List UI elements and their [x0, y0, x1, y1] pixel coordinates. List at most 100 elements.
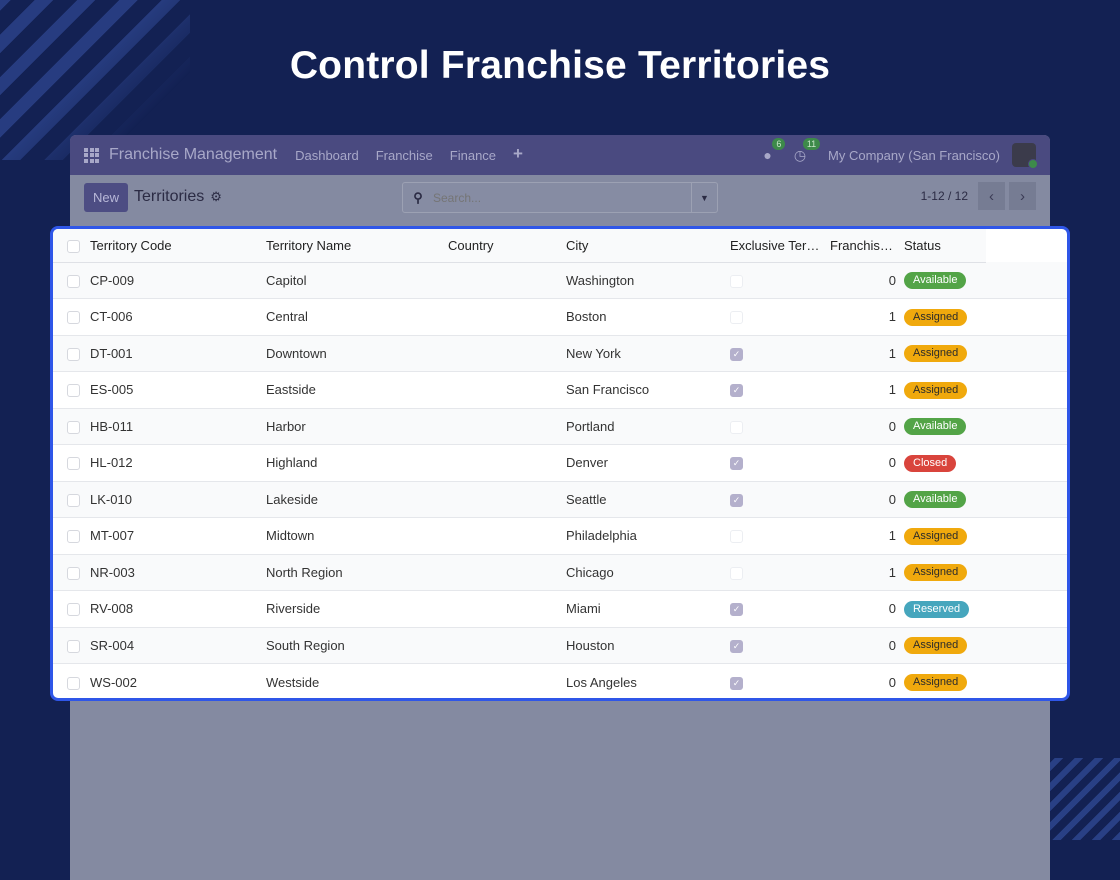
territory-name: Downtown — [266, 345, 327, 361]
new-button[interactable]: New — [84, 182, 129, 212]
territory-table: Territory Code Territory Name Country Ci… — [53, 229, 1067, 699]
territory-city: Miami — [566, 601, 601, 617]
territory-city: Boston — [566, 309, 607, 325]
franchise-count: 1 — [888, 528, 896, 544]
activities-clock-icon[interactable]: ◷ 11 — [794, 137, 821, 164]
row-select-checkbox[interactable] — [67, 384, 80, 398]
select-all-checkbox[interactable] — [67, 240, 80, 254]
column-header-exclusive-territory[interactable]: Exclusive Ter… — [730, 229, 830, 263]
territory-code: ES-005 — [90, 382, 134, 398]
row-select-checkbox[interactable] — [67, 311, 80, 325]
table-row[interactable]: ES-005 Eastside San Francisco ✓ 1 Assigned — [53, 372, 1067, 409]
status-badge: Available — [904, 418, 967, 436]
table-row[interactable]: NR-003 North Region Chicago 1 Assigned — [53, 554, 1067, 591]
exclusive-territory-checkbox: ✓ — [730, 493, 743, 507]
column-header-franchises[interactable]: Franchis… — [830, 229, 904, 263]
territory-country — [448, 408, 566, 445]
row-select-checkbox[interactable] — [67, 639, 80, 653]
company-switcher[interactable]: My Company (San Francisco) — [828, 148, 1000, 163]
table-row[interactable]: SR-004 South Region Houston ✓ 0 Assigned — [53, 627, 1067, 664]
territory-code: CP-009 — [90, 272, 135, 288]
status-badge: Assigned — [904, 637, 968, 655]
apps-menu-icon[interactable] — [84, 147, 99, 163]
search-input[interactable] — [433, 190, 691, 205]
territory-code: WS-002 — [90, 674, 137, 690]
row-select-checkbox[interactable] — [67, 347, 80, 361]
column-header-territory-name[interactable]: Territory Name — [266, 229, 448, 263]
row-select-checkbox[interactable] — [67, 676, 80, 690]
territory-code: DT-001 — [90, 345, 133, 361]
table-row[interactable]: LK-010 Lakeside Seattle ✓ 0 Available — [53, 481, 1067, 518]
hero-title: Control Franchise Territories — [289, 44, 831, 87]
table-row[interactable]: MT-007 Midtown Philadelphia 1 Assigned — [53, 518, 1067, 555]
territory-name: Westside — [266, 674, 320, 690]
exclusive-territory-checkbox — [730, 566, 743, 580]
user-avatar[interactable] — [1012, 143, 1038, 169]
pager-value[interactable]: 1-12 / 12 — [921, 189, 968, 203]
territory-country — [448, 262, 566, 299]
row-select-checkbox[interactable] — [67, 457, 80, 471]
top-navbar: Franchise Management Dashboard Franchise… — [70, 135, 1050, 175]
territory-city: Denver — [566, 455, 608, 471]
territory-city: Los Angeles — [566, 674, 637, 690]
exclusive-territory-checkbox — [730, 530, 743, 544]
table-row[interactable]: HL-012 Highland Denver ✓ 0 Closed — [53, 445, 1067, 481]
nav-item-dashboard[interactable]: Dashboard — [295, 148, 359, 163]
territory-code: HL-012 — [90, 455, 133, 471]
row-select-checkbox[interactable] — [67, 603, 80, 617]
table-row[interactable]: WS-002 Westside Los Angeles ✓ 0 Assigned — [53, 664, 1067, 699]
messages-count-badge: 6 — [772, 138, 786, 150]
gear-icon[interactable]: ⚙ — [210, 189, 222, 205]
pager: 1-12 / 12 ‹ › — [921, 182, 1036, 210]
territory-city: Seattle — [566, 491, 607, 507]
search-icon: ⚲ — [413, 189, 423, 205]
pager-next-icon[interactable]: › — [1009, 182, 1036, 210]
territory-country — [448, 372, 566, 409]
table-row[interactable]: RV-008 Riverside Miami ✓ 0 Reserved — [53, 591, 1067, 628]
row-select-checkbox[interactable] — [67, 493, 80, 507]
column-header-status[interactable]: Status — [904, 229, 986, 263]
status-badge: Available — [904, 272, 967, 290]
row-select-checkbox[interactable] — [67, 274, 80, 288]
exclusive-territory-checkbox: ✓ — [730, 639, 743, 653]
column-header-country[interactable]: Country — [448, 229, 566, 263]
table-row[interactable]: CP-009 Capitol Washington 0 Available — [53, 262, 1067, 299]
territory-name: North Region — [266, 564, 343, 580]
exclusive-territory-checkbox — [730, 311, 743, 325]
nav-item-finance[interactable]: Finance — [450, 148, 496, 163]
search-options-dropdown-icon[interactable]: ▼ — [691, 183, 717, 212]
territory-city: Philadelphia — [566, 528, 637, 544]
column-header-city[interactable]: City — [566, 229, 730, 263]
pager-prev-icon[interactable]: ‹ — [978, 182, 1005, 210]
franchise-count: 0 — [888, 601, 896, 617]
territory-country — [448, 591, 566, 628]
franchise-count: 0 — [888, 272, 896, 288]
status-badge: Assigned — [904, 564, 968, 582]
territory-code: HB-011 — [90, 418, 134, 434]
column-header-territory-code[interactable]: Territory Code — [90, 229, 266, 263]
search-bar: ⚲ ▼ — [402, 182, 718, 213]
status-badge: Reserved — [904, 600, 970, 618]
territory-name: Lakeside — [266, 491, 319, 507]
control-panel: New Territories ⚙ ⚲ ▼ 1-12 / 12 ‹ › — [70, 175, 1050, 219]
exclusive-territory-checkbox: ✓ — [730, 347, 743, 361]
exclusive-territory-checkbox — [730, 420, 743, 434]
app-brand[interactable]: Franchise Management — [109, 146, 277, 164]
territory-name: Midtown — [266, 528, 315, 544]
row-select-checkbox[interactable] — [67, 420, 80, 434]
territory-country — [448, 335, 566, 372]
row-select-checkbox[interactable] — [67, 530, 80, 544]
table-row[interactable]: CT-006 Central Boston 1 Assigned — [53, 299, 1067, 335]
row-select-checkbox[interactable] — [67, 566, 80, 580]
territory-country — [448, 518, 566, 555]
territory-city: New York — [566, 345, 621, 361]
nav-item-franchise[interactable]: Franchise — [376, 148, 433, 163]
franchise-count: 1 — [888, 309, 896, 325]
activities-count-badge: 11 — [802, 137, 821, 150]
table-row[interactable]: DT-001 Downtown New York ✓ 1 Assigned — [53, 335, 1067, 372]
territory-country — [448, 664, 566, 699]
territory-country — [448, 627, 566, 664]
nav-add-icon[interactable]: + — [513, 144, 523, 164]
messages-icon[interactable]: ● 6 — [763, 138, 786, 163]
table-row[interactable]: HB-011 Harbor Portland 0 Available — [53, 408, 1067, 445]
